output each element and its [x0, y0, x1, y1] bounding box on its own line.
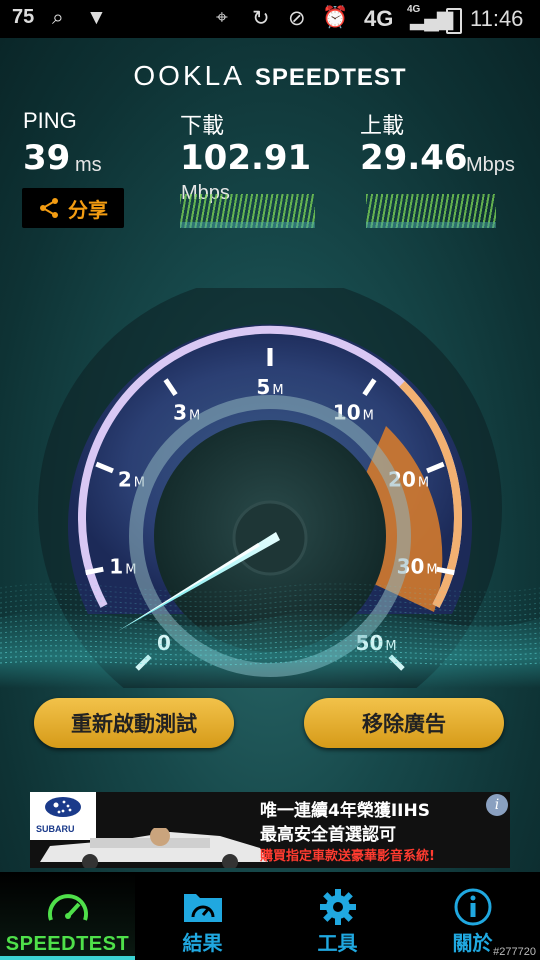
- remove-ads-button[interactable]: 移除廣告: [304, 698, 504, 748]
- ping-unit: ms: [75, 154, 102, 176]
- speedtest-screen: OOKLA SPEEDTEST PING 39 ms 分享 下載 102.91 M…: [0, 38, 540, 872]
- tab-speedtest-label: SPEEDTEST: [5, 933, 130, 955]
- tab-tools[interactable]: 工具: [270, 872, 405, 960]
- nfc-icon: ↻: [252, 7, 270, 30]
- ad-info-icon[interactable]: i: [486, 794, 508, 816]
- speedtest-title: SPEEDTEST: [254, 64, 407, 91]
- info-icon: [454, 888, 491, 926]
- signal-icon: ▂▄▆: [410, 7, 453, 30]
- wifi-icon: ▼: [86, 6, 107, 29]
- ad-promo: 購買指定車款送豪華影音系統!: [260, 849, 435, 864]
- tab-speedtest[interactable]: SPEEDTEST: [0, 872, 135, 960]
- app-header: OOKLA SPEEDTEST: [0, 60, 540, 92]
- bottom-nav: SPEEDTEST 結果 工具 關於 #277720: [0, 872, 540, 960]
- mute-icon: ⊘: [288, 7, 306, 30]
- download-label: 下載: [180, 113, 225, 138]
- upload-label: 上載: [360, 113, 405, 138]
- location-icon: ⌖: [216, 6, 228, 29]
- restart-test-button[interactable]: 重新啟動測試: [34, 698, 234, 748]
- battery-icon: [446, 8, 462, 34]
- ookla-logo: OOKLA: [133, 60, 245, 91]
- download-value: 102.91: [180, 138, 312, 178]
- ping-value: 39: [23, 138, 71, 178]
- share-button[interactable]: 分享: [22, 188, 124, 228]
- tab-tools-label: 工具: [317, 931, 358, 955]
- upload-value: 29.46: [360, 138, 468, 178]
- tab-results-label: 結果: [182, 931, 223, 955]
- watermark: #277720: [493, 946, 536, 958]
- ping-label: PING: [23, 108, 77, 133]
- share-icon: [40, 198, 58, 218]
- folder-gauge-icon: [183, 894, 222, 922]
- speedometer-icon: [47, 894, 88, 921]
- ad-subheadline: 最高安全首選認可: [260, 825, 396, 845]
- ad-headline: 唯一連續4年榮獲IIHS: [260, 801, 430, 821]
- search-icon: ⌕: [52, 6, 64, 29]
- network-type: 4G: [364, 6, 394, 31]
- speed-gauge: 01M2M3M5M10M20M30M50M: [0, 288, 540, 688]
- car-image: [40, 828, 268, 868]
- clock: 11:46: [470, 6, 524, 31]
- gauge-tick: [436, 566, 455, 576]
- ad-banner[interactable]: SUBARU 唯一連續4年榮獲IIHS 最高安全首選認可 購買指定車款送豪華影音…: [30, 792, 510, 868]
- subaru-stars-icon: [45, 797, 81, 817]
- upload-unit: Mbps: [466, 154, 515, 176]
- status-bar: 75 ⌕ ▼ ⌖ ↻ ⊘ ⏰ 4G 4G ▂▄▆ 11:46: [0, 0, 540, 38]
- status-notification-count: 75: [12, 6, 35, 28]
- upload-graph: [366, 194, 496, 228]
- download-graph: [180, 194, 315, 228]
- tab-results[interactable]: 結果: [135, 872, 270, 960]
- alarm-icon: ⏰: [322, 6, 349, 29]
- gauge-tick: [85, 566, 104, 576]
- gear-icon: [319, 889, 356, 925]
- share-label: 分享: [68, 197, 108, 222]
